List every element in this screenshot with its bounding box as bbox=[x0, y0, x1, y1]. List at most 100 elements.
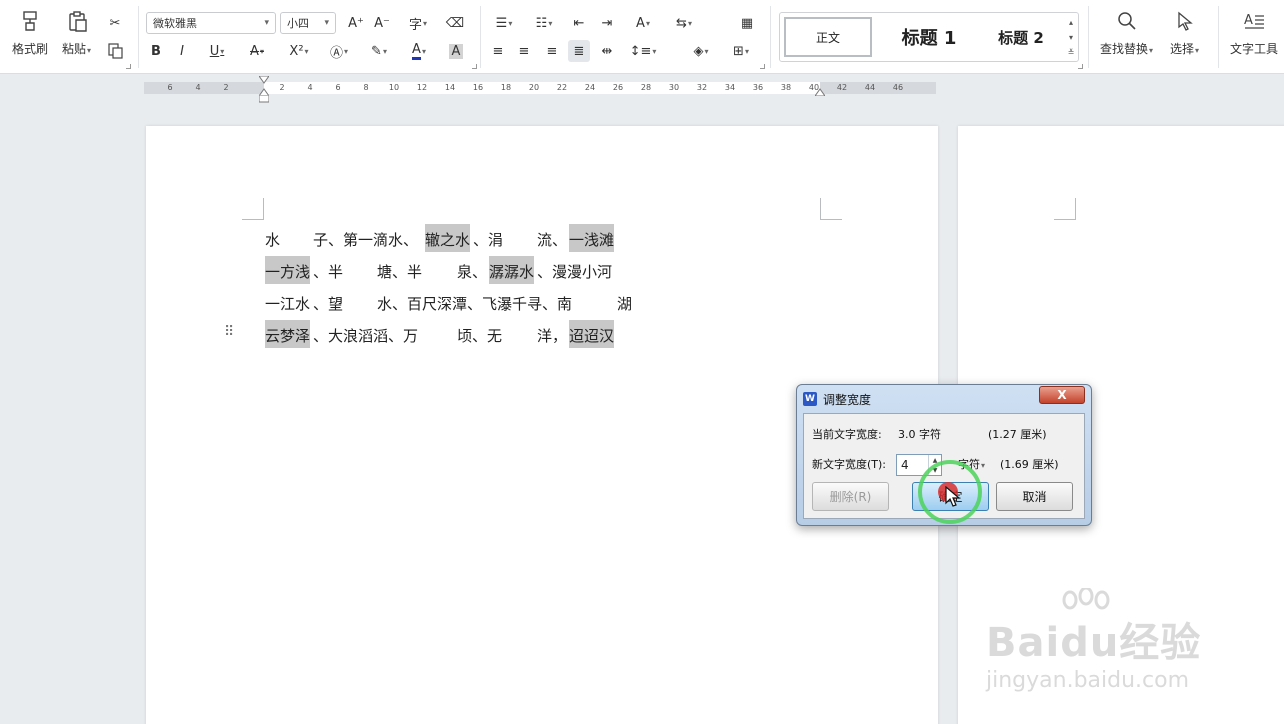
style-gallery: 正文 标题 1 标题 2 ▴ ▾ ≚ bbox=[779, 12, 1079, 62]
font-size-select[interactable]: 小四 ▾ bbox=[280, 12, 336, 34]
first-line-indent-marker[interactable] bbox=[259, 76, 269, 84]
chevron-down-icon: ▾ bbox=[324, 18, 329, 28]
clipboard-launcher-icon[interactable] bbox=[126, 64, 131, 69]
underline-icon: U bbox=[209, 43, 220, 59]
drag-handle-icon[interactable]: ⠿ bbox=[224, 324, 234, 340]
bullets-button[interactable]: ☰ ▾ bbox=[488, 12, 520, 34]
chevron-down-icon: ▾ bbox=[548, 18, 553, 28]
text-run-highlighted: 一浅滩 bbox=[569, 224, 615, 252]
horizontal-ruler[interactable]: 6 4 2 2 4 6 8 10 12 14 16 18 20 22 24 26 28 30 32 34 36 38 40 4… bbox=[144, 76, 936, 103]
dialog-close-button[interactable]: X bbox=[1039, 386, 1085, 404]
align-center-button[interactable]: ≡ bbox=[514, 40, 534, 62]
ruler-tick-label: 38 bbox=[780, 83, 792, 92]
text-effect-icon: Ⓐ bbox=[329, 45, 343, 61]
distributed-align-button[interactable]: ⇹ bbox=[596, 40, 618, 62]
find-replace-label: 查找替换 bbox=[1100, 42, 1149, 56]
borders-button[interactable]: ⊞ ▾ bbox=[726, 40, 756, 62]
font-name-select[interactable]: 微软雅黑 ▾ bbox=[146, 12, 276, 34]
style-normal[interactable]: 正文 bbox=[784, 17, 872, 57]
cancel-label: 取消 bbox=[1022, 490, 1047, 504]
baidu-watermark: Baidu经验 jingyan.baidu.com bbox=[986, 588, 1276, 708]
ruler-tick-label: 28 bbox=[640, 83, 652, 92]
line-spacing-button[interactable]: ↕≡ ▾ bbox=[626, 40, 660, 62]
find-replace-button[interactable]: 查找替换▾ bbox=[1100, 8, 1153, 57]
font-launcher-icon[interactable] bbox=[472, 64, 477, 69]
chevron-up-icon[interactable]: ▴ bbox=[1066, 15, 1076, 30]
phonetic-guide-button[interactable]: 字 ▾ bbox=[402, 12, 434, 34]
dialog-title: 调整宽度 bbox=[823, 392, 872, 407]
style-heading2[interactable]: 标题 2 bbox=[982, 17, 1060, 57]
text-direction-icon: ⇆ bbox=[676, 15, 687, 31]
wps-logo-icon: W bbox=[803, 392, 817, 406]
style-normal-label: 正文 bbox=[815, 30, 840, 45]
mouse-pointer-icon bbox=[945, 486, 961, 507]
char-shading-icon: A bbox=[448, 43, 464, 59]
justify-icon: ≣ bbox=[573, 43, 585, 59]
shrink-font-button[interactable]: A⁻ bbox=[372, 12, 392, 34]
underline-button[interactable]: U ▾ bbox=[200, 40, 234, 62]
font-name-value: 微软雅黑 bbox=[153, 17, 197, 30]
increase-indent-button[interactable]: ⇥ bbox=[596, 12, 618, 34]
ruler-tick-label: 30 bbox=[668, 83, 680, 92]
clear-format-button[interactable]: ⌫ bbox=[444, 12, 466, 34]
chevron-down-icon: ▾ bbox=[220, 46, 225, 56]
shading-button[interactable]: ◈ ▾ bbox=[686, 40, 716, 62]
strikethrough-button[interactable]: A ▾ bbox=[242, 40, 272, 62]
shrink-font-icon: A⁻ bbox=[374, 15, 390, 31]
ruler-tick-label: 42 bbox=[836, 83, 848, 92]
italic-icon: I bbox=[180, 43, 184, 59]
new-width-label: 新文字宽度(T): bbox=[812, 458, 887, 471]
copy-button[interactable] bbox=[104, 40, 126, 62]
char-shading-button[interactable]: A bbox=[446, 40, 466, 62]
scissors-icon: ✂ bbox=[109, 15, 121, 31]
svg-text:A: A bbox=[1244, 13, 1253, 28]
bold-button[interactable]: B bbox=[146, 40, 166, 62]
gallery-scroll[interactable]: ▴ ▾ ≚ bbox=[1066, 15, 1076, 60]
font-color-button[interactable]: A ▾ bbox=[404, 40, 434, 62]
styles-launcher-icon[interactable] bbox=[1078, 64, 1083, 69]
font-color-icon: A bbox=[412, 42, 421, 60]
search-icon bbox=[1114, 8, 1140, 34]
grow-font-button[interactable]: A⁺ bbox=[346, 12, 366, 34]
right-indent-marker[interactable] bbox=[815, 88, 825, 96]
text-run-highlighted: 迢迢汉 bbox=[569, 320, 615, 348]
style-heading1[interactable]: 标题 1 bbox=[884, 17, 974, 57]
dialog-titlebar[interactable]: W 调整宽度 bbox=[803, 389, 871, 409]
text-run-highlighted: 云梦泽 bbox=[265, 320, 311, 348]
text-effect-button[interactable]: Ⓐ ▾ bbox=[324, 40, 354, 62]
more-styles-icon[interactable]: ≚ bbox=[1066, 45, 1076, 60]
italic-button[interactable]: I bbox=[172, 40, 192, 62]
paste-button[interactable]: 粘贴▾ bbox=[62, 8, 91, 57]
text-run: 塘、半 bbox=[377, 263, 423, 281]
format-painter-button[interactable]: 格式刷 bbox=[12, 8, 48, 57]
decrease-indent-button[interactable]: ⇤ bbox=[568, 12, 590, 34]
ruler-tick-label: 20 bbox=[528, 83, 540, 92]
left-indent-marker[interactable] bbox=[259, 95, 269, 103]
show-marks-button[interactable]: ▦ bbox=[736, 12, 758, 34]
align-right-button[interactable]: ≡ bbox=[542, 40, 562, 62]
change-case-button[interactable]: A ▾ bbox=[626, 12, 660, 34]
ruler-tick-label: 24 bbox=[584, 83, 596, 92]
align-left-button[interactable]: ≡ bbox=[488, 40, 508, 62]
text-run: 水 bbox=[265, 231, 281, 249]
cancel-button[interactable]: 取消 bbox=[996, 482, 1073, 511]
delete-button[interactable]: 删除(R) bbox=[812, 482, 889, 511]
text-run-highlighted: 一方浅 bbox=[265, 256, 311, 284]
change-case-icon: A bbox=[636, 15, 645, 31]
superscript-button[interactable]: X² ▾ bbox=[282, 40, 316, 62]
chevron-down-icon: ▾ bbox=[645, 18, 650, 28]
text-tools-button[interactable]: A 文字工具 bbox=[1230, 8, 1278, 57]
phonetic-icon: 字 bbox=[408, 17, 422, 33]
current-width-value: 3.0 字符 bbox=[898, 428, 941, 441]
select-button[interactable]: 选择▾ bbox=[1170, 8, 1199, 57]
highlight-button[interactable]: ✎ ▾ bbox=[364, 40, 394, 62]
ruler-tick-label: 16 bbox=[472, 83, 484, 92]
justify-button[interactable]: ≣ bbox=[568, 40, 590, 62]
cut-button[interactable]: ✂ bbox=[104, 12, 126, 34]
delete-label: 删除(R) bbox=[829, 490, 872, 504]
paragraph-launcher-icon[interactable] bbox=[760, 64, 765, 69]
distributed-icon: ⇹ bbox=[601, 43, 613, 59]
text-direction-button[interactable]: ⇆ ▾ bbox=[668, 12, 700, 34]
chevron-down-icon[interactable]: ▾ bbox=[1066, 30, 1076, 45]
numbering-button[interactable]: ☷ ▾ bbox=[528, 12, 560, 34]
